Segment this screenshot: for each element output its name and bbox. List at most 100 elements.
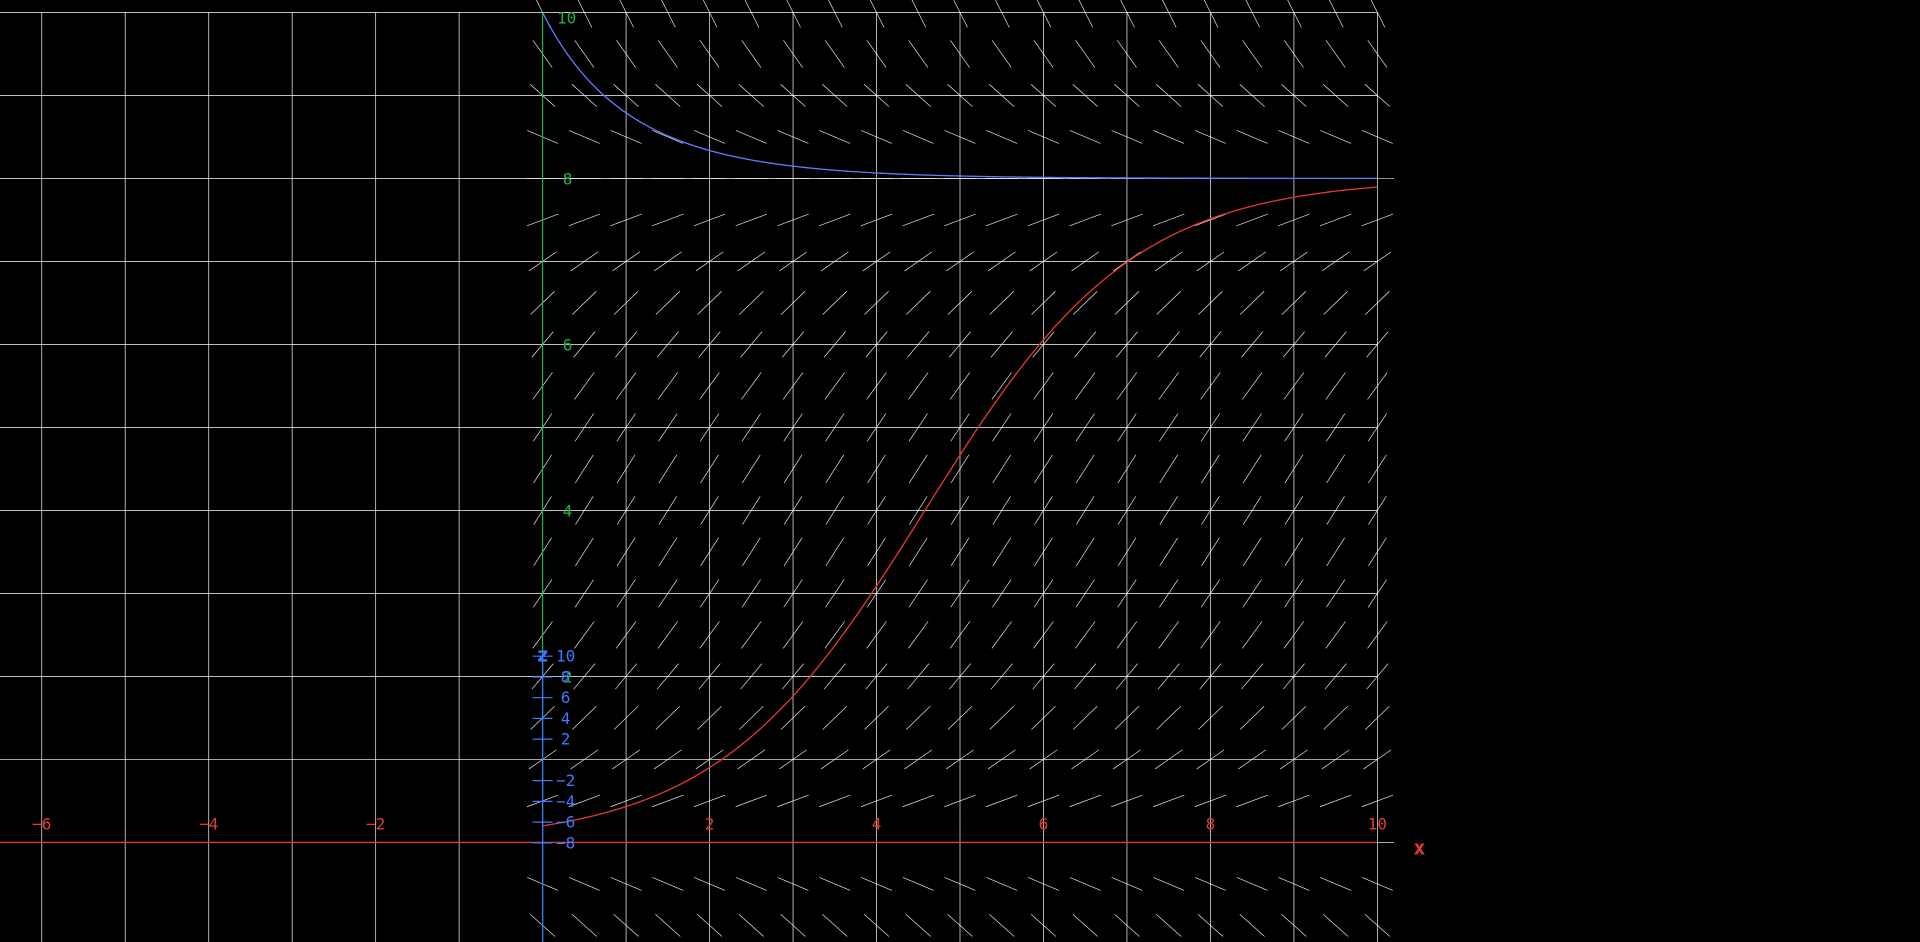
slope-segment xyxy=(908,372,929,400)
z-tick-label: −2 xyxy=(556,771,575,790)
slope-segment xyxy=(985,213,1018,227)
x-tick-label: 2 xyxy=(705,814,715,833)
slope-segment xyxy=(822,291,848,315)
slope-segment xyxy=(1158,372,1179,400)
slope-segment xyxy=(1158,40,1179,68)
slope-segment xyxy=(1236,130,1268,144)
z-axis-label: z xyxy=(537,643,549,667)
slope-segment xyxy=(735,877,767,891)
slope-segment xyxy=(658,454,678,484)
slope-segment xyxy=(1236,877,1268,891)
slope-segment xyxy=(1078,0,1094,28)
slope-segment xyxy=(995,0,1010,28)
slope-segment xyxy=(828,0,843,28)
slope-segment xyxy=(655,706,681,730)
slope-segment xyxy=(572,706,597,730)
slope-segment xyxy=(989,291,1014,315)
slope-segment xyxy=(1156,291,1181,315)
slope-segment xyxy=(735,130,767,144)
slope-segment xyxy=(1242,40,1263,68)
slope-segment xyxy=(738,914,764,937)
slope-segment xyxy=(986,877,1018,891)
slope-segment xyxy=(1072,914,1098,937)
slope-segment xyxy=(825,454,845,484)
slope-segment xyxy=(1236,794,1268,808)
slope-segment xyxy=(1323,291,1348,315)
z-tick-label: −4 xyxy=(556,792,575,811)
z-tick-label: 2 xyxy=(561,730,571,749)
x-tick-label: −2 xyxy=(366,814,385,833)
slope-segment xyxy=(572,291,597,315)
slope-segment xyxy=(824,621,845,649)
slope-segment xyxy=(824,40,845,68)
slope-segment xyxy=(1072,706,1098,730)
slope-segment xyxy=(1319,213,1352,227)
y-tick-label: 4 xyxy=(563,501,573,520)
slope-segment xyxy=(991,372,1012,400)
slope-segment xyxy=(1325,621,1346,649)
slope-segment xyxy=(658,537,678,567)
z-tick-label: −8 xyxy=(556,833,575,852)
slope-segment xyxy=(824,372,845,400)
slope-segment xyxy=(744,0,760,28)
slope-segment xyxy=(1072,291,1098,315)
slope-segment xyxy=(991,621,1012,649)
slope-segment xyxy=(652,794,684,808)
slope-segment xyxy=(1242,537,1262,567)
x-tick-label: −6 xyxy=(32,814,51,833)
slope-segment xyxy=(1075,372,1096,400)
y-tick-label: 8 xyxy=(563,169,573,188)
slope-segment xyxy=(1075,621,1096,649)
slope-segment xyxy=(657,621,678,649)
slope-segment xyxy=(906,706,931,730)
slope-segment xyxy=(742,537,761,567)
slope-segment xyxy=(1156,914,1182,937)
slope-segment xyxy=(1245,0,1260,28)
slope-segment xyxy=(652,877,684,891)
slope-segment xyxy=(1159,454,1178,484)
slope-segment xyxy=(1325,40,1346,68)
slope-segment xyxy=(1069,794,1101,808)
slope-segment xyxy=(1152,794,1185,808)
slope-field-plot: −6 −4 −2 2 4 6 8 10x246810108642−2−4−6−8z xyxy=(0,0,1425,942)
slope-segment xyxy=(989,706,1014,730)
slope-segment xyxy=(1319,794,1352,808)
slope-segment xyxy=(657,40,678,68)
slope-segment xyxy=(908,454,928,484)
slope-segment xyxy=(1239,706,1265,730)
slope-segment xyxy=(1328,0,1344,28)
slope-segment xyxy=(735,213,768,227)
slope-segment xyxy=(1158,621,1179,649)
slope-segment xyxy=(577,0,593,28)
slope-segment xyxy=(1326,537,1345,567)
slope-segment xyxy=(575,454,594,484)
slope-segment xyxy=(1236,213,1268,227)
slope-segment xyxy=(1162,0,1177,28)
slope-segment xyxy=(741,40,762,68)
slope-segment xyxy=(906,291,931,315)
slope-segment xyxy=(1323,706,1348,730)
slope-segment xyxy=(652,130,684,144)
z-tick-label: 10 xyxy=(556,647,575,666)
slope-segment xyxy=(902,213,935,227)
x-tick-label: −4 xyxy=(199,814,218,833)
slope-segment xyxy=(908,621,929,649)
slope-segment xyxy=(992,454,1012,484)
slope-segment xyxy=(1326,454,1345,484)
tick-labels: −6 −4 −2 2 4 6 8 10x246810108642−2−4−6−8z xyxy=(32,8,1425,859)
slope-segment xyxy=(661,0,676,28)
slope-segment xyxy=(652,213,684,227)
axes xyxy=(0,12,1378,942)
slope-segment xyxy=(1239,291,1265,315)
slope-segment xyxy=(1069,213,1101,227)
slope-segment xyxy=(819,213,851,227)
slope-segment xyxy=(741,372,762,400)
slope-segment xyxy=(571,914,598,937)
grid-lines xyxy=(0,12,1378,942)
slope-segment xyxy=(825,537,845,567)
slope-segment xyxy=(1075,537,1095,567)
slope-segment xyxy=(575,537,594,567)
slope-segment xyxy=(742,454,761,484)
x-tick-label: 8 xyxy=(1206,814,1216,833)
slope-segment xyxy=(1153,877,1185,891)
